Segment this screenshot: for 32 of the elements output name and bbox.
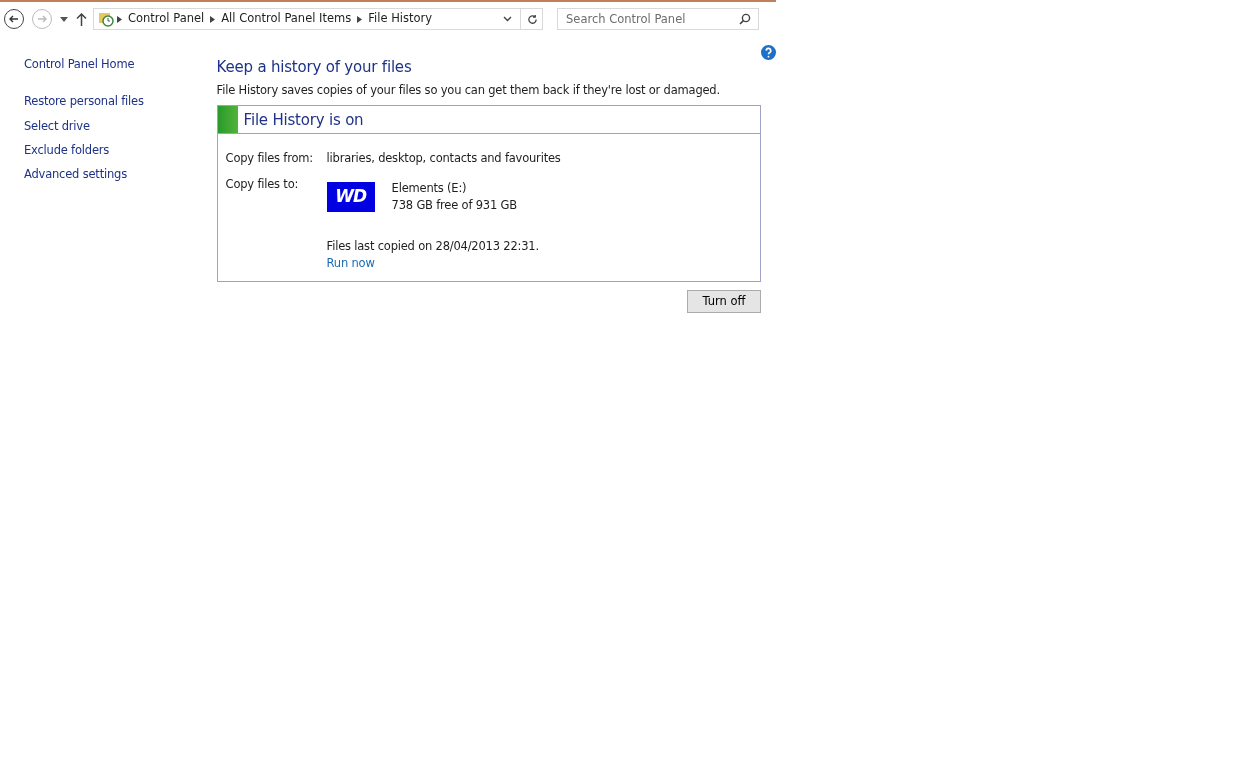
page-heading: Keep a history of your files [216, 58, 413, 76]
status-title: File History is on [242, 109, 364, 131]
address-bar[interactable]: Control Panel All Control Panel Items File History [93, 8, 543, 30]
breadcrumb[interactable]: All Control Panel Items [218, 10, 355, 28]
field-value: libraries, desktop, contacts and favourites [326, 150, 561, 168]
drive-logo: WD [326, 181, 375, 212]
field-label: Copy files from: [225, 150, 314, 168]
dropdown-icon[interactable] [60, 16, 68, 22]
chevron-down-icon[interactable] [503, 16, 512, 22]
chevron-icon [117, 15, 122, 23]
refresh-icon[interactable] [527, 13, 538, 25]
search-field[interactable]: Search Control Panel [557, 8, 759, 30]
sidebar-link[interactable]: Control Panel Home [24, 56, 193, 74]
last-copied-text: Files last copied on 28/04/2013 22:31. [326, 238, 539, 255]
drive-name: Elements (E:) [391, 179, 468, 197]
run-now-link[interactable]: Run now [326, 256, 375, 271]
folder-clock-icon [98, 11, 114, 27]
up-arrow-icon[interactable] [76, 12, 87, 26]
sidebar-link[interactable]: Restore personal files [24, 93, 193, 111]
description-text: File History saves copies of your files so you can get them back if they're lost or damaged. [216, 82, 721, 99]
sidebar-link[interactable]: Select drive [24, 117, 193, 135]
breadcrumb[interactable]: File History [365, 10, 436, 28]
search-icon[interactable] [739, 13, 751, 25]
sidebar-link[interactable]: Advanced settings [24, 166, 193, 184]
chevron-icon [210, 15, 216, 23]
drive-space: 738 GB free of 931 GB [391, 196, 517, 214]
field-label: Copy files to: [225, 175, 300, 193]
help-icon[interactable] [761, 45, 776, 60]
chevron-icon [357, 15, 363, 23]
turn-off-button[interactable]: Turn off [687, 289, 761, 313]
sidebar-link[interactable]: Exclude folders [24, 141, 193, 159]
breadcrumb[interactable]: Control Panel [125, 10, 208, 28]
